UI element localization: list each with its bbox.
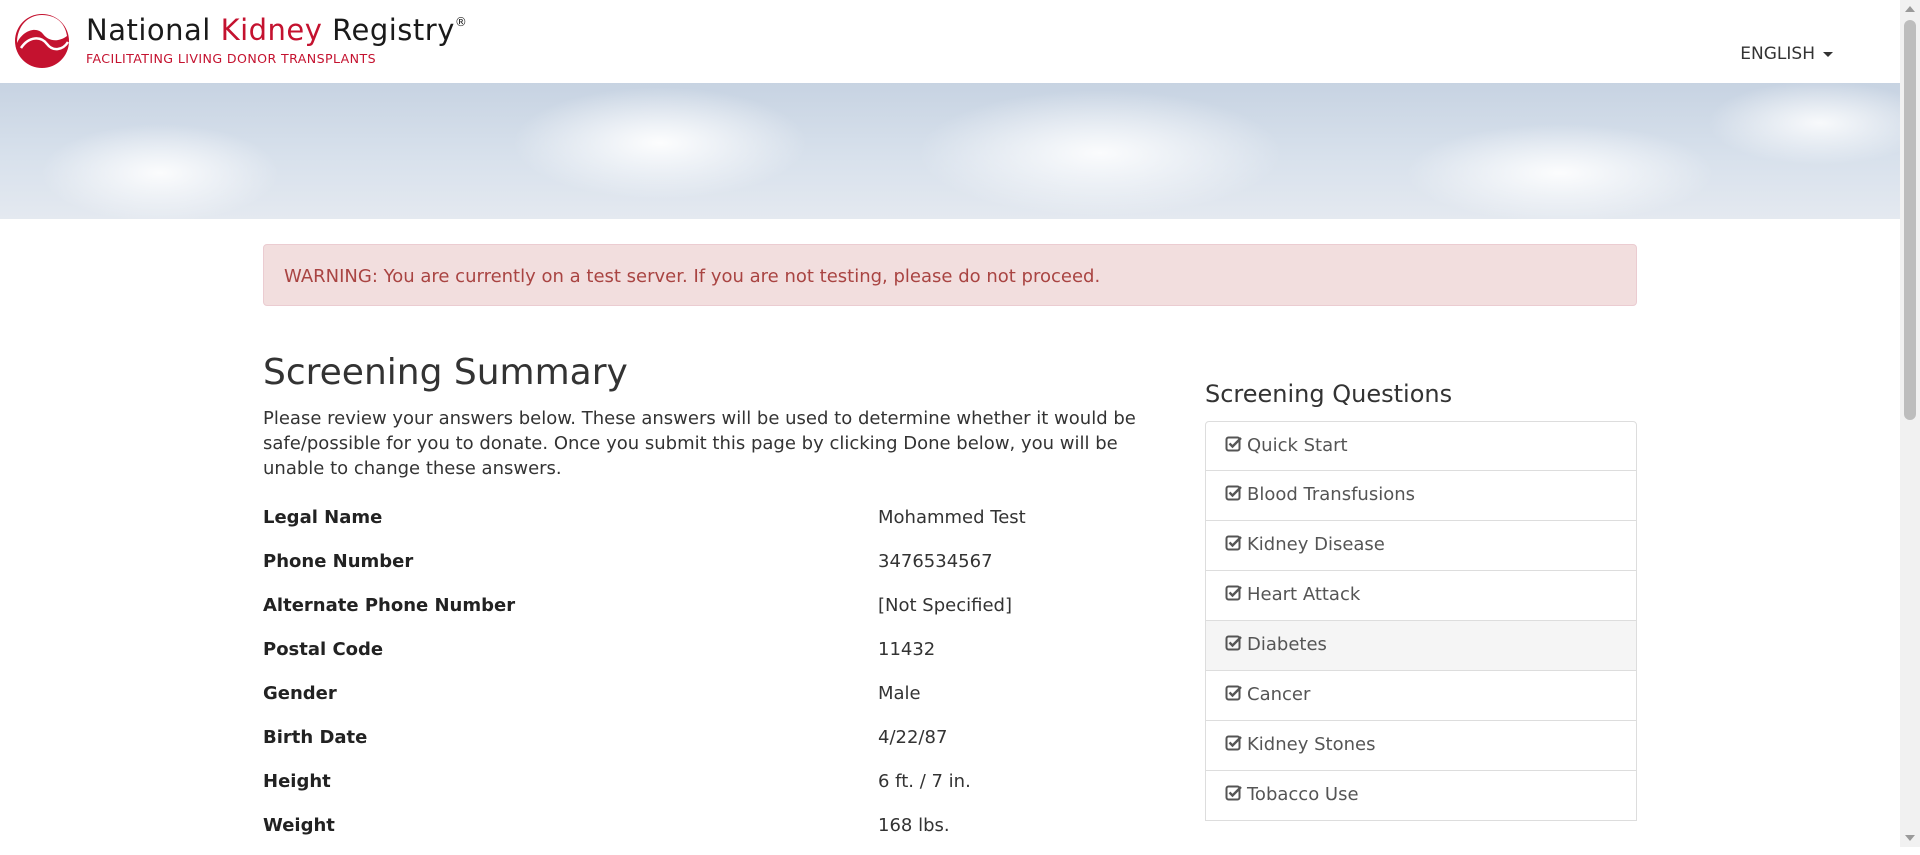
summary-row: Alternate Phone Number [Not Specified]	[263, 591, 1158, 635]
warning-text: WARNING: You are currently on a test ser…	[284, 266, 1101, 287]
field-value: 11432	[878, 639, 936, 660]
question-item-blood-transfusions[interactable]: Blood Transfusions	[1205, 471, 1637, 521]
summary-row: Height 6 ft. / 7 in.	[263, 767, 1158, 811]
field-label: Height	[263, 771, 331, 792]
field-value: 6 ft. / 7 in.	[878, 771, 971, 792]
scroll-down-arrow-icon[interactable]	[1905, 835, 1915, 841]
brand-name-kidney: Kidney	[220, 13, 323, 47]
brand-name-part: National	[86, 13, 221, 47]
intro-text: Please review your answers below. These …	[263, 408, 1136, 479]
check-square-icon	[1225, 436, 1242, 452]
check-square-icon	[1225, 485, 1242, 501]
question-item-kidney-disease[interactable]: Kidney Disease	[1205, 521, 1637, 571]
site-header: National Kidney Registry® FACILITATING L…	[0, 0, 1900, 83]
question-item-heart-attack[interactable]: Heart Attack	[1205, 571, 1637, 621]
question-label: Tobacco Use	[1247, 784, 1359, 805]
cloud-banner	[0, 83, 1900, 219]
field-value: Male	[878, 683, 921, 704]
scroll-up-arrow-icon[interactable]	[1905, 6, 1915, 12]
field-label: Postal Code	[263, 639, 384, 660]
field-label: Alternate Phone Number	[263, 595, 516, 616]
brand-block[interactable]: National Kidney Registry® FACILITATING L…	[86, 10, 467, 66]
field-value: 168 lbs.	[878, 815, 950, 836]
question-label: Heart Attack	[1247, 584, 1361, 605]
page-title: Screening Summary	[263, 352, 628, 393]
field-label: Legal Name	[263, 507, 383, 528]
check-square-icon	[1225, 735, 1242, 751]
field-value: 3476534567	[878, 551, 993, 572]
field-label: Birth Date	[263, 727, 368, 748]
question-label: Kidney Disease	[1247, 534, 1385, 555]
question-label: Blood Transfusions	[1247, 484, 1416, 505]
summary-row: Postal Code 11432	[263, 635, 1158, 679]
summary-row: Phone Number 3476534567	[263, 547, 1158, 591]
field-value: Mohammed Test	[878, 507, 1026, 528]
nkr-logo-icon[interactable]	[13, 12, 71, 70]
summary-row: Legal Name Mohammed Test	[263, 503, 1158, 547]
check-square-icon	[1225, 685, 1242, 701]
field-value: [Not Specified]	[878, 595, 1012, 616]
question-item-tobacco-use[interactable]: Tobacco Use	[1205, 771, 1637, 821]
check-square-icon	[1225, 635, 1242, 651]
summary-row: Gender Male	[263, 679, 1158, 723]
screening-questions-heading: Screening Questions	[1205, 380, 1453, 408]
question-item-kidney-stones[interactable]: Kidney Stones	[1205, 721, 1637, 771]
field-label: Phone Number	[263, 551, 414, 572]
question-label: Kidney Stones	[1247, 734, 1376, 755]
question-label: Diabetes	[1247, 634, 1327, 655]
field-value: 4/22/87	[878, 727, 948, 748]
question-item-diabetes[interactable]: Diabetes	[1205, 621, 1637, 671]
registered-mark: ®	[454, 15, 468, 29]
brand-name: National Kidney Registry®	[86, 10, 467, 56]
brand-name-part: Registry	[322, 13, 455, 47]
language-label: ENGLISH	[1740, 44, 1815, 64]
summary-row: Weight 168 lbs.	[263, 811, 1158, 855]
scroll-thumb[interactable]	[1904, 20, 1916, 420]
field-label: Gender	[263, 683, 337, 704]
summary-row: Birth Date 4/22/87	[263, 723, 1158, 767]
check-square-icon	[1225, 585, 1242, 601]
test-server-warning: WARNING: You are currently on a test ser…	[263, 244, 1637, 306]
question-label: Cancer	[1247, 684, 1311, 705]
caret-down-icon	[1823, 51, 1833, 57]
question-label: Quick Start	[1247, 435, 1348, 456]
question-item-quick-start[interactable]: Quick Start	[1205, 421, 1637, 471]
page-scrollbar[interactable]	[1900, 0, 1920, 847]
screening-questions-list: Quick Start Blood Transfusions Kidney Di…	[1205, 421, 1637, 821]
check-square-icon	[1225, 785, 1242, 801]
question-item-cancer[interactable]: Cancer	[1205, 671, 1637, 721]
field-label: Weight	[263, 815, 335, 836]
summary-list: Legal Name Mohammed Test Phone Number 3476…	[263, 503, 1158, 855]
check-square-icon	[1225, 535, 1242, 551]
language-dropdown[interactable]: ENGLISH	[1740, 44, 1833, 64]
